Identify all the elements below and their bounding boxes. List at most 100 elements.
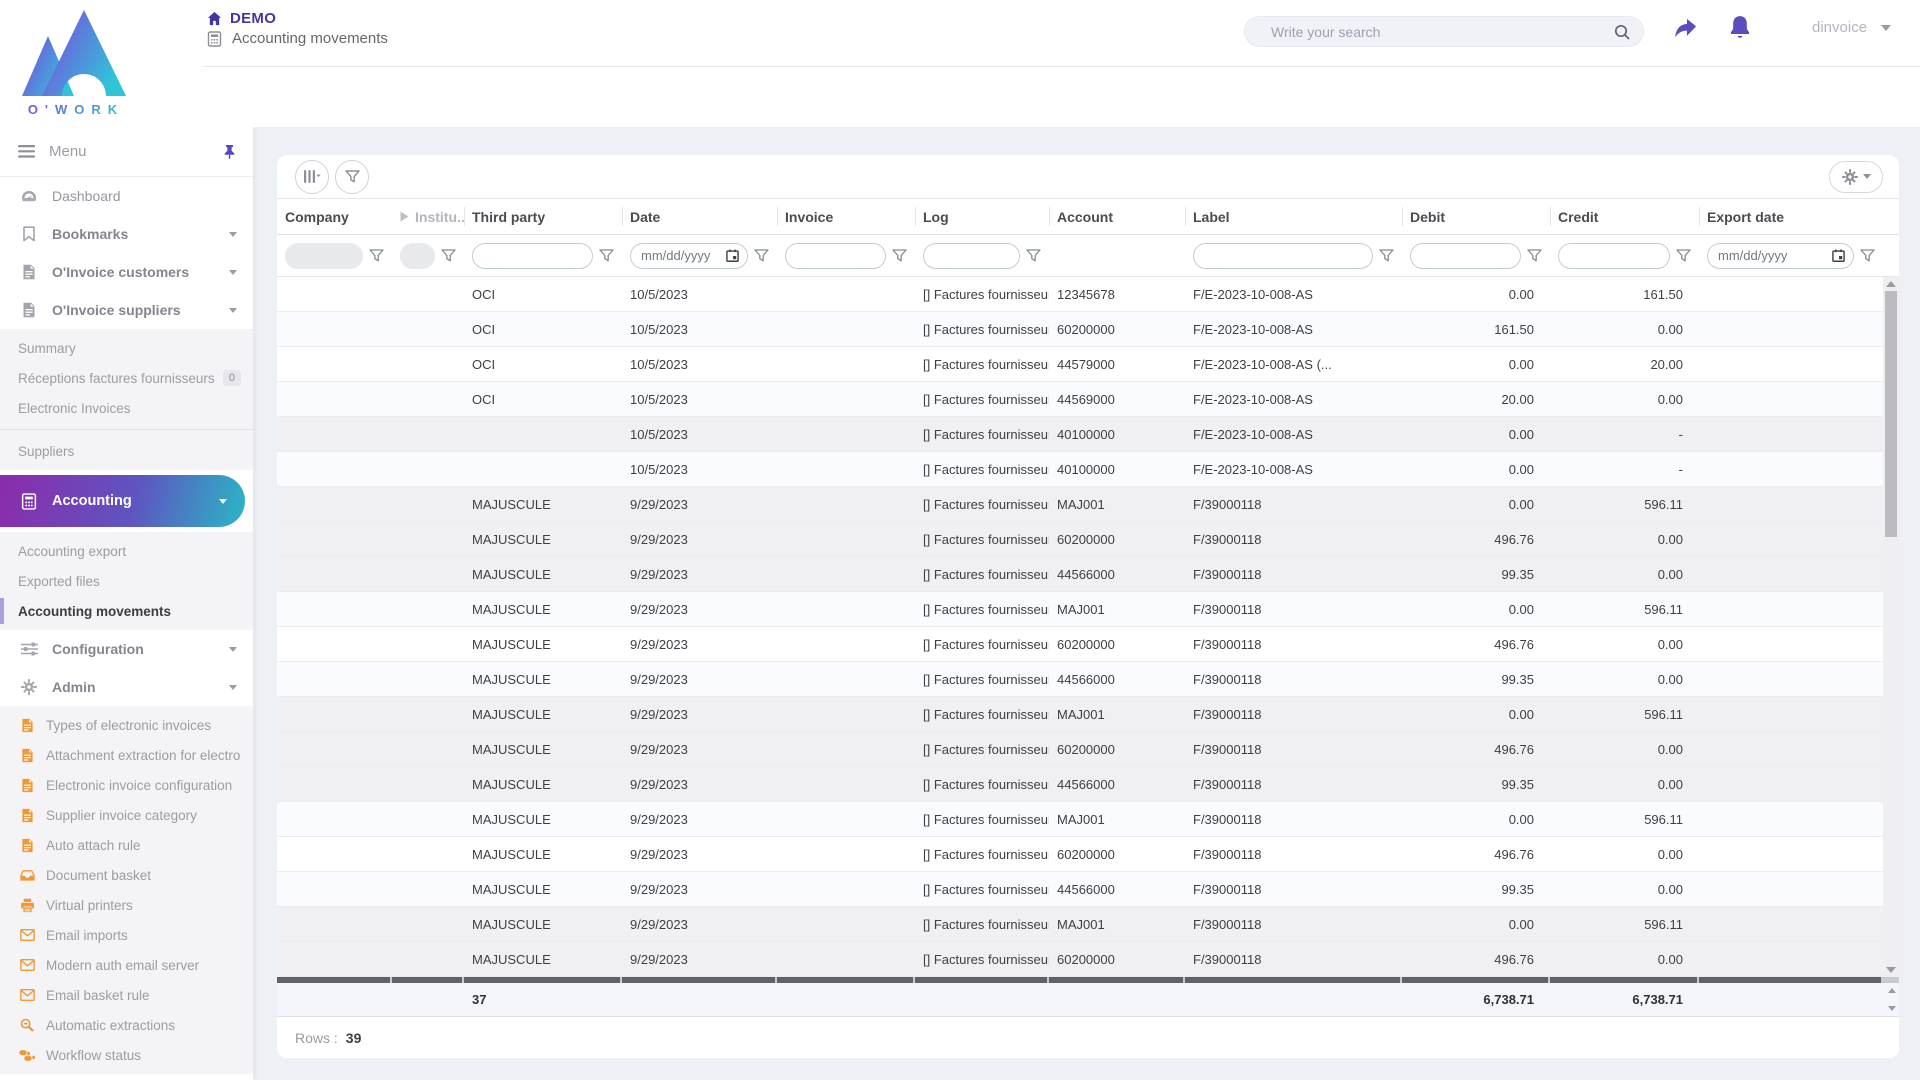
scroll-up-icon[interactable] [1888, 988, 1896, 993]
column-header-debit[interactable]: Debit [1402, 199, 1550, 234]
sidebar-item-suppliers[interactable]: Suppliers [0, 436, 253, 466]
table-row[interactable]: MAJUSCULE 9/29/2023 [] Factures fournisseu… [277, 697, 1883, 732]
sidebar-item-email-imports[interactable]: Email imports [0, 920, 253, 950]
user-menu[interactable]: dinvoice [1812, 19, 1892, 36]
filter-funnel-icon[interactable] [599, 248, 614, 263]
table-row[interactable]: MAJUSCULE 9/29/2023 [] Factures fournisseu… [277, 627, 1883, 662]
filter-funnel-icon[interactable] [369, 248, 384, 263]
columns-button[interactable] [295, 159, 329, 194]
cell-label: F/39000118 [1193, 741, 1262, 757]
column-header-label[interactable]: Label [1185, 199, 1402, 234]
column-header-date[interactable]: Date [622, 199, 777, 234]
table-row[interactable]: 10/5/2023 [] Factures fournisseurs 4010000… [277, 417, 1883, 452]
filter-funnel-icon[interactable] [1676, 248, 1691, 263]
table-settings-button[interactable] [1829, 160, 1883, 193]
hamburger-icon[interactable] [18, 145, 35, 158]
sidebar-item-dashboard[interactable]: Dashboard [0, 177, 253, 215]
scroll-down-icon[interactable] [1888, 1006, 1896, 1011]
filter-input-third-party[interactable] [472, 242, 593, 269]
sidebar-item-types-of-electronic-invoices[interactable]: Types of electronic invoices [0, 710, 253, 740]
filter-button[interactable] [335, 159, 369, 194]
column-header-institu[interactable]: Institu... [392, 199, 464, 234]
table-row[interactable]: MAJUSCULE 9/29/2023 [] Factures fournisseu… [277, 872, 1883, 907]
table-row[interactable]: MAJUSCULE 9/29/2023 [] Factures fournisseu… [277, 557, 1883, 592]
table-row[interactable]: OCI 10/5/2023 [] Factures fournisseurs 6020… [277, 312, 1883, 347]
scroll-down-icon[interactable] [1886, 967, 1896, 973]
cell-account: 12345678 [1057, 286, 1115, 302]
search-icon[interactable] [1613, 23, 1631, 41]
sidebar-item-r-ceptions-factures-fournisseurs[interactable]: Réceptions factures fournisseurs 0 [0, 363, 253, 393]
table-row[interactable]: MAJUSCULE 9/29/2023 [] Factures fournisseu… [277, 487, 1883, 522]
filter-funnel-icon[interactable] [1860, 248, 1875, 263]
header-divider [204, 66, 1920, 67]
scroll-up-icon[interactable] [1886, 281, 1896, 287]
sidebar-item-document-basket[interactable]: Document basket [0, 860, 253, 890]
filter-funnel-icon[interactable] [892, 248, 907, 263]
sidebar-item-electronic-invoices[interactable]: Electronic Invoices [0, 393, 253, 423]
sidebar-item-accounting-export[interactable]: Accounting export [0, 536, 253, 566]
sidebar-item-bookmarks[interactable]: Bookmarks [0, 215, 253, 253]
filter-input-credit[interactable] [1558, 242, 1670, 269]
sidebar-item-o-invoice-suppliers[interactable]: O'Invoice suppliers [0, 291, 253, 329]
scrollbar-thumb[interactable] [1885, 291, 1897, 537]
table-row[interactable]: MAJUSCULE 9/29/2023 [] Factures fournisseu… [277, 767, 1883, 802]
table-row[interactable]: MAJUSCULE 9/29/2023 [] Factures fournisseu… [277, 802, 1883, 837]
vertical-scrollbar[interactable] [1883, 277, 1899, 977]
sidebar-item-accounting-movements[interactable]: Accounting movements [0, 596, 253, 626]
table-row[interactable]: MAJUSCULE 9/29/2023 [] Factures fournisseu… [277, 662, 1883, 697]
share-icon[interactable] [1672, 16, 1698, 47]
cell-label: F/39000118 [1193, 496, 1262, 512]
sidebar-item-admin[interactable]: Admin [0, 668, 253, 706]
column-header-invoice[interactable]: Invoice [777, 199, 915, 234]
column-header-third-party[interactable]: Third party [464, 199, 622, 234]
sidebar-item-workflow-status[interactable]: Workflow status [0, 1040, 253, 1070]
sidebar-item-attachment-extraction-for-electroni[interactable]: Attachment extraction for electroni [0, 740, 253, 770]
sidebar-item-exported-files[interactable]: Exported files [0, 566, 253, 596]
column-header-company[interactable]: Company [277, 199, 392, 234]
table-row[interactable]: MAJUSCULE 9/29/2023 [] Factures fournisseu… [277, 907, 1883, 942]
bell-icon[interactable] [1727, 14, 1753, 47]
sidebar-item-electronic-invoice-configuration[interactable]: Electronic invoice configuration [0, 770, 253, 800]
table-row[interactable]: MAJUSCULE 9/29/2023 [] Factures fournisseu… [277, 837, 1883, 872]
sidebar-item-supplier-invoice-category[interactable]: Supplier invoice category [0, 800, 253, 830]
table-row[interactable]: MAJUSCULE 9/29/2023 [] Factures fournisseu… [277, 522, 1883, 557]
column-header-credit[interactable]: Credit [1550, 199, 1699, 234]
table-row[interactable]: OCI 10/5/2023 [] Factures fournisseurs 4457… [277, 347, 1883, 382]
sidebar-item-accounting[interactable]: Accounting [0, 475, 245, 527]
table-row[interactable]: OCI 10/5/2023 [] Factures fournisseurs 1234… [277, 277, 1883, 312]
table-row[interactable]: OCI 10/5/2023 [] Factures fournisseurs 4456… [277, 382, 1883, 417]
table-row[interactable]: MAJUSCULE 9/29/2023 [] Factures fournisseu… [277, 942, 1883, 977]
breadcrumb[interactable]: DEMO [207, 10, 276, 27]
search-icon [18, 1018, 36, 1032]
pin-icon[interactable] [222, 144, 237, 160]
sidebar-item-automatic-extractions[interactable]: Automatic extractions [0, 1010, 253, 1040]
filter-input-log[interactable] [923, 242, 1020, 269]
table-row[interactable]: MAJUSCULE 9/29/2023 [] Factures fournisseu… [277, 592, 1883, 627]
sidebar-item-configuration[interactable]: Configuration [0, 630, 253, 668]
sidebar-item-virtual-printers[interactable]: Virtual printers [0, 890, 253, 920]
filter-funnel-icon[interactable] [441, 248, 456, 263]
sidebar-item-o-invoice-customers[interactable]: O'Invoice customers [0, 253, 253, 291]
filter-funnel-icon[interactable] [1026, 248, 1041, 263]
filter-input-debit[interactable] [1410, 242, 1521, 269]
sidebar-item-auto-attach-rule[interactable]: Auto attach rule [0, 830, 253, 860]
filter-funnel-icon[interactable] [754, 248, 769, 263]
column-header-account[interactable]: Account [1049, 199, 1185, 234]
filter-input-label[interactable] [1193, 242, 1373, 269]
search-input[interactable] [1271, 23, 1613, 40]
sidebar-item-email-basket-rule[interactable]: Email basket rule [0, 980, 253, 1010]
sidebar-item-modern-auth-email-server[interactable]: Modern auth email server [0, 950, 253, 980]
filter-date-export-date[interactable]: mm/dd/yyyy [1707, 242, 1854, 269]
footer-scroll-arrows[interactable] [1888, 983, 1896, 1016]
column-header-log[interactable]: Log [915, 199, 1049, 234]
table-row[interactable]: 10/5/2023 [] Factures fournisseurs 4010000… [277, 452, 1883, 487]
column-header-export-date[interactable]: Export date [1699, 199, 1883, 234]
filter-funnel-icon[interactable] [1527, 248, 1542, 263]
sidebar-item-summary[interactable]: Summary [0, 333, 253, 363]
cell-log: [] Factures fournisseurs [923, 776, 1049, 792]
table-row[interactable]: MAJUSCULE 9/29/2023 [] Factures fournisseu… [277, 732, 1883, 767]
expand-column-icon[interactable] [400, 211, 409, 222]
filter-funnel-icon[interactable] [1379, 248, 1394, 263]
filter-date-date[interactable]: mm/dd/yyyy [630, 242, 748, 269]
filter-input-invoice[interactable] [785, 242, 886, 269]
